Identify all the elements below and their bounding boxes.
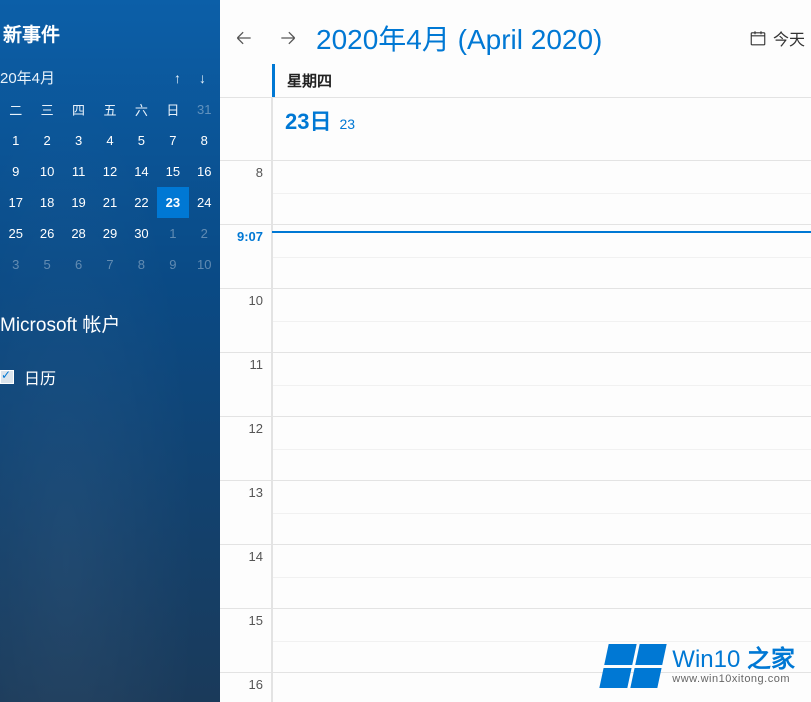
calendar-name: 日历 xyxy=(24,365,56,389)
hour-label: 9:07 xyxy=(220,225,272,288)
calendar-checkbox[interactable] xyxy=(0,370,14,384)
mini-day-cell[interactable]: 26 xyxy=(31,218,62,249)
hour-cell[interactable] xyxy=(272,161,811,224)
current-time-line xyxy=(272,231,811,233)
mini-day-cell[interactable]: 19 xyxy=(63,187,94,218)
mini-day-cell[interactable]: 2 xyxy=(189,218,220,249)
mini-day-cell[interactable]: 8 xyxy=(126,249,157,280)
mini-day-cell[interactable]: 2 xyxy=(31,125,62,156)
watermark: Win10 之家 www.win10xitong.com xyxy=(604,644,795,688)
mini-day-cell[interactable]: 5 xyxy=(31,249,62,280)
mini-month-label: 20年4月 xyxy=(0,67,174,88)
hour-cell[interactable] xyxy=(272,417,811,480)
windows-logo-icon xyxy=(600,644,667,688)
hour-cell[interactable] xyxy=(272,545,811,608)
hour-cell[interactable] xyxy=(272,225,811,288)
mini-day-cell[interactable]: 10 xyxy=(189,249,220,280)
new-event-button[interactable]: 新事件 xyxy=(0,0,220,61)
hour-label: 14 xyxy=(220,545,272,608)
mini-day-cell[interactable]: 25 xyxy=(0,218,31,249)
mini-day-cell[interactable]: 23 xyxy=(157,187,188,218)
hour-row[interactable]: 11 xyxy=(220,352,811,416)
weekday-header: 星期四 xyxy=(272,64,811,97)
prev-month-icon[interactable]: ↑ xyxy=(174,70,181,86)
mini-day-cell[interactable]: 18 xyxy=(31,187,62,218)
hour-cell[interactable] xyxy=(272,481,811,544)
calendar-list-item[interactable]: 日历 xyxy=(0,365,220,389)
hour-label: 8 xyxy=(220,161,272,224)
mini-day-cell[interactable]: 11 xyxy=(63,156,94,187)
mini-day-cell[interactable]: 30 xyxy=(126,218,157,249)
mini-day-cell[interactable]: 6 xyxy=(63,249,94,280)
hour-cell[interactable] xyxy=(272,289,811,352)
mini-calendar: 20年4月 ↑ ↓ 二三四五六日311234578910111214151617… xyxy=(0,61,220,280)
mini-weekday-header: 四 xyxy=(63,94,94,125)
hour-row[interactable]: 10 xyxy=(220,288,811,352)
mini-day-cell[interactable]: 31 xyxy=(189,94,220,125)
mini-calendar-grid: 二三四五六日3112345789101112141516171819212223… xyxy=(0,94,220,280)
hour-cell[interactable] xyxy=(272,353,811,416)
today-button[interactable]: 今天 xyxy=(749,26,811,50)
mini-day-cell[interactable]: 3 xyxy=(0,249,31,280)
hour-row[interactable]: 13 xyxy=(220,480,811,544)
mini-day-cell[interactable]: 7 xyxy=(94,249,125,280)
mini-day-cell[interactable]: 15 xyxy=(157,156,188,187)
mini-day-cell[interactable]: 8 xyxy=(189,125,220,156)
allday-cell[interactable]: 23日 23 xyxy=(272,98,811,160)
hour-label: 10 xyxy=(220,289,272,352)
hour-row[interactable]: 8 xyxy=(220,160,811,224)
time-grid[interactable]: 89:0710111213141516 xyxy=(220,160,811,702)
mini-day-cell[interactable]: 1 xyxy=(0,125,31,156)
hour-label: 13 xyxy=(220,481,272,544)
mini-day-cell[interactable]: 24 xyxy=(189,187,220,218)
mini-weekday-header: 二 xyxy=(0,94,31,125)
next-period-button[interactable] xyxy=(272,22,304,54)
weekday-header-row: 星期四 xyxy=(220,64,811,98)
page-title: 2020年4月 (April 2020) xyxy=(316,18,737,58)
mini-day-cell[interactable]: 7 xyxy=(157,125,188,156)
mini-day-cell[interactable]: 12 xyxy=(94,156,125,187)
account-label[interactable]: Microsoft 帐户 xyxy=(0,310,220,337)
mini-weekday-header: 六 xyxy=(126,94,157,125)
mini-day-cell[interactable]: 5 xyxy=(126,125,157,156)
mini-weekday-header: 三 xyxy=(31,94,62,125)
prev-period-button[interactable] xyxy=(228,22,260,54)
hour-row[interactable]: 12 xyxy=(220,416,811,480)
allday-row: 23日 23 xyxy=(220,98,811,160)
mini-day-cell[interactable]: 3 xyxy=(63,125,94,156)
hour-row[interactable]: 9:07 xyxy=(220,224,811,288)
today-label: 今天 xyxy=(773,26,805,50)
topbar: 2020年4月 (April 2020) 今天 xyxy=(220,0,811,64)
hour-label: 16 xyxy=(220,673,272,702)
calendar-icon xyxy=(749,29,767,47)
mini-day-cell[interactable]: 1 xyxy=(157,218,188,249)
mini-day-cell[interactable]: 17 xyxy=(0,187,31,218)
mini-weekday-header: 五 xyxy=(94,94,125,125)
sidebar: 新事件 20年4月 ↑ ↓ 二三四五六日31123457891011121415… xyxy=(0,0,220,702)
mini-day-cell[interactable]: 10 xyxy=(31,156,62,187)
hour-row[interactable]: 14 xyxy=(220,544,811,608)
mini-day-cell[interactable]: 14 xyxy=(126,156,157,187)
hour-label: 11 xyxy=(220,353,272,416)
mini-day-cell[interactable]: 28 xyxy=(63,218,94,249)
mini-weekday-header: 日 xyxy=(157,94,188,125)
mini-day-cell[interactable]: 29 xyxy=(94,218,125,249)
hour-label: 12 xyxy=(220,417,272,480)
lunar-number: 23 xyxy=(339,116,355,132)
hour-label: 15 xyxy=(220,609,272,672)
mini-day-cell[interactable]: 9 xyxy=(0,156,31,187)
mini-day-cell[interactable]: 9 xyxy=(157,249,188,280)
next-month-icon[interactable]: ↓ xyxy=(199,70,206,86)
mini-day-cell[interactable]: 22 xyxy=(126,187,157,218)
mini-day-cell[interactable]: 4 xyxy=(94,125,125,156)
mini-day-cell[interactable]: 16 xyxy=(189,156,220,187)
main-area: 2020年4月 (April 2020) 今天 星期四 23日 23 89:07… xyxy=(220,0,811,702)
mini-day-cell[interactable]: 21 xyxy=(94,187,125,218)
day-number: 23日 xyxy=(285,104,331,136)
